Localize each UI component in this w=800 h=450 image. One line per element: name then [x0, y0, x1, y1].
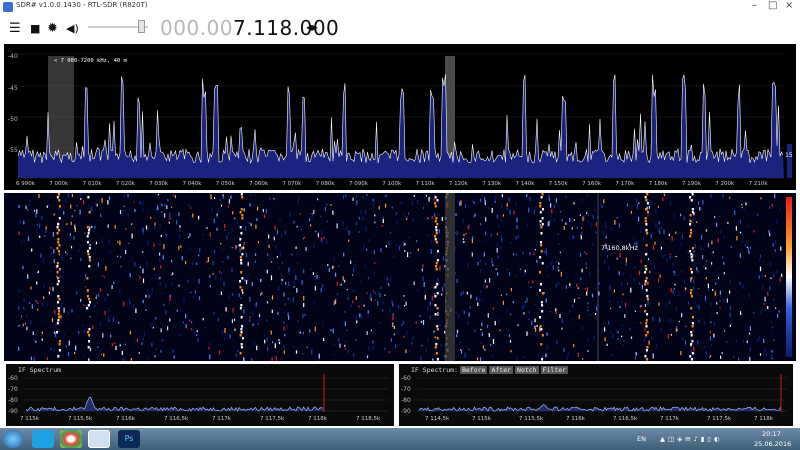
spectrum-x-tick: 7 000k [49, 181, 69, 187]
spectrum-x-tick: 7 020k [115, 181, 135, 187]
spectrum-x-tick: 7 150k [548, 181, 568, 187]
if-spectrum-right-title: IF Spectrum: Before After Notch Filter [411, 366, 569, 374]
speaker-icon[interactable]: ◀) [66, 22, 79, 36]
spectrum-x-tick: 7 030k [149, 181, 169, 187]
if-right-y-tick: -70 [401, 386, 411, 393]
if-x-tick: 7 116,5k [613, 416, 638, 422]
mode-filter-button[interactable]: Filter [540, 366, 569, 374]
if-left-y-tick: -90 [8, 408, 18, 415]
mode-after-button[interactable]: After [489, 366, 514, 374]
if-right-y-tick: -80 [401, 397, 411, 404]
window-title: SDR# v1.0.0.1430 - RTL-SDR (R820T) [16, 1, 148, 9]
filter-band-waterfall [445, 193, 455, 361]
if-left-y-tick: -60 [8, 375, 18, 382]
spectrum-y-tick: -55 [8, 147, 18, 154]
if-spectrum-right-label: IF Spectrum: [411, 366, 458, 374]
spectrum-fill [18, 74, 784, 178]
chrome-icon[interactable] [60, 430, 82, 448]
spectrum-y-tick: -50 [8, 116, 18, 123]
if-spectrum-title: IF Spectrum [18, 366, 62, 374]
if-x-tick: 7 117,5k [707, 416, 732, 422]
spectrum-x-tick: 7 190k [682, 181, 701, 187]
minimize-icon[interactable]: – [752, 1, 757, 11]
if-x-tick: 7 114,5k [425, 416, 450, 422]
waterfall-plot[interactable] [4, 193, 796, 361]
spectrum-x-tick: 7 180k [648, 181, 668, 187]
spectrum-y-tick: -45 [8, 85, 18, 92]
cursor-frequency-label: 7 160,8kHz [601, 244, 638, 252]
spectrum-x-tick: 7 170k [615, 181, 635, 187]
if-x-tick: 7 115k [472, 416, 491, 422]
spectrum-x-tick: 7 130k [482, 181, 502, 187]
close-icon[interactable]: × [785, 1, 793, 11]
spectrum-x-tick: 6 990k [16, 181, 35, 187]
frequency-value: 7.118.000 [232, 16, 340, 40]
mode-notch-button[interactable]: Notch [515, 366, 539, 374]
if-x-tick: 7 118,5k [356, 416, 381, 422]
clock-time[interactable]: 20:17 [762, 430, 781, 438]
spectrum-x-tick: 7 050k [215, 181, 235, 187]
spectrum-side-value: 15 [785, 152, 793, 159]
spectrum-x-tick: 7 070k [282, 181, 302, 187]
stop-icon[interactable]: ■ [30, 22, 40, 36]
spectrum-plot[interactable] [4, 44, 796, 190]
if-x-tick: 7 115,5k [519, 416, 544, 422]
if-x-tick: 7 117,5k [260, 416, 285, 422]
taskbar: Ps EN ▲◫◈✉♪▮▯◐ 20:17 25.06.2016 [0, 428, 800, 450]
if-spectrum-left-plot [24, 374, 388, 412]
spectrum-x-tick: 7 160k [582, 181, 602, 187]
waterfall-panel[interactable]: 7 160,8kHz [4, 193, 796, 361]
app-icon [3, 2, 13, 12]
if-x-tick: 7 117k [212, 416, 231, 422]
if-x-tick: 7 115k [20, 416, 39, 422]
volume-slider-thumb[interactable] [138, 20, 145, 33]
spectrum-x-tick: 7 120k [448, 181, 468, 187]
toolbar: ☰ ■ ✹ ◀) [0, 14, 800, 44]
spectrum-x-tick: 7 200k [715, 181, 735, 187]
spectrum-x-tick: 7 110k [415, 181, 435, 187]
spectrum-x-tick: 7 040k [182, 181, 202, 187]
gear-icon[interactable]: ✹ [47, 22, 58, 36]
spectrum-x-tick: 7 080k [315, 181, 335, 187]
if-x-tick: 7 116,5k [164, 416, 189, 422]
if-spectrum-left[interactable]: IF Spectrum -60 -70 -80 -90 7 115k 7 115,… [6, 364, 394, 426]
spectrum-x-tick: 7 010k [82, 181, 102, 187]
language-indicator[interactable]: EN [637, 435, 646, 443]
spectrum-x-tick: 7 090k [349, 181, 368, 187]
skype-icon[interactable] [32, 430, 54, 448]
tray-icons[interactable]: ▲◫◈✉♪▮▯◐ [660, 435, 723, 443]
if-x-tick: 7 116k [566, 416, 585, 422]
menu-icon[interactable]: ☰ [9, 22, 21, 36]
if-right-y-tick: -60 [401, 375, 411, 382]
frequency-leading-digits: 000.00 [160, 16, 233, 40]
if-x-tick: 7 117k [660, 416, 679, 422]
if-left-y-tick: -70 [8, 386, 18, 393]
if-x-tick: 7 116k [116, 416, 135, 422]
sdr-app-icon[interactable] [88, 430, 110, 448]
mode-before-button[interactable]: Before [459, 366, 488, 374]
if-x-tick: 7 115,5k [68, 416, 93, 422]
spectrum-x-tick: 7 060k [249, 181, 269, 187]
maximize-icon[interactable]: □ [768, 1, 777, 11]
spectrum-x-tick: 7 100k [382, 181, 402, 187]
if-right-y-tick: -90 [401, 408, 411, 415]
if-left-y-tick: -80 [8, 397, 18, 404]
spectrum-x-tick: 7 140k [515, 181, 535, 187]
spectrum-x-tick: 7 210k [748, 181, 768, 187]
squelch-bar [787, 144, 792, 178]
if-spectrum-right[interactable]: IF Spectrum: Before After Notch Filter -60 -… [399, 364, 793, 426]
spectrum-panel[interactable]: < 7 000-7200 kHz, 40 m -40 -45 -50 -55 1… [4, 44, 796, 190]
start-button[interactable] [3, 430, 23, 448]
frequency-step-arrows[interactable]: ◂▸ [306, 20, 318, 34]
if-x-tick: 7 118k [754, 416, 773, 422]
clock-date[interactable]: 25.06.2016 [754, 440, 791, 448]
color-scale-bar [786, 197, 792, 357]
title-bar: SDR# v1.0.0.1430 - RTL-SDR (R820T) – □ × [0, 0, 800, 14]
photoshop-icon[interactable]: Ps [118, 430, 140, 448]
spectrum-y-tick: -40 [8, 53, 18, 60]
if-x-tick: 7 118k [308, 416, 327, 422]
band-label: < 7 000-7200 kHz, 40 m [54, 58, 127, 64]
